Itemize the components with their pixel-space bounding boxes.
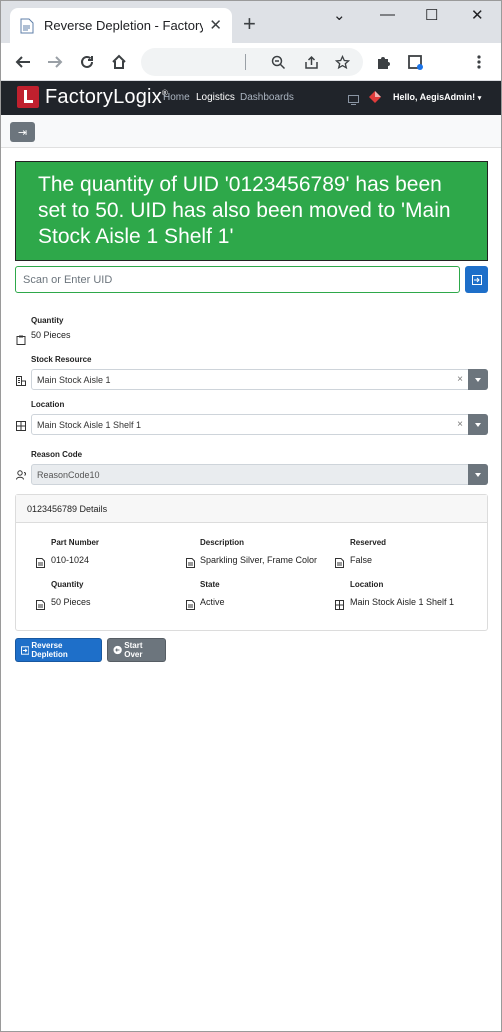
browser-tabbar: Reverse Depletion - FactoryLogix ✕ + ⌄ —… (0, 0, 502, 43)
reserved-value: False (350, 555, 373, 565)
dropdown-toggle[interactable] (468, 464, 488, 485)
restart-icon (113, 645, 122, 655)
maximize-button[interactable]: ☐ (425, 6, 438, 24)
submit-uid-button[interactable] (465, 266, 488, 293)
chevron-down-icon: ▾ (477, 95, 482, 102)
state-value: Active (200, 597, 225, 607)
user-greeting: Hello, AegisAdmin! (393, 92, 476, 102)
shelf-icon (335, 597, 344, 610)
star-icon[interactable] (331, 51, 353, 73)
user-menu[interactable]: Hello, AegisAdmin! ▾ (393, 92, 481, 102)
start-over-label: Start Over (124, 641, 143, 659)
document-icon (36, 597, 45, 610)
location-detail-label: Location (350, 580, 384, 589)
quantity-label: Quantity (31, 316, 64, 325)
page-toolbar (0, 115, 502, 148)
collapse-icon: ⇥ (17, 126, 28, 139)
location-value: Main Stock Aisle 1 Shelf 1 (37, 420, 142, 430)
reverse-depletion-label: Reverse Depletion (31, 641, 68, 659)
factorylogix-logo-icon (17, 86, 39, 108)
collapse-sidebar-button[interactable]: ⇥ (10, 122, 35, 142)
enter-icon (21, 645, 30, 655)
new-tab-button[interactable]: + (243, 13, 256, 35)
reload-icon[interactable] (76, 51, 98, 73)
warehouse-icon (16, 373, 26, 386)
home-icon[interactable] (108, 51, 130, 73)
document-icon (186, 555, 195, 568)
details-header: 0123456789 Details (16, 495, 487, 523)
document-icon (186, 597, 195, 610)
uid-details-card: 0123456789 Details Part Number 010-1024 … (15, 494, 488, 631)
tab-search-icon[interactable]: ⌄ (333, 6, 346, 24)
document-icon (20, 18, 34, 34)
state-label: State (200, 580, 220, 589)
location-label: Location (31, 400, 65, 409)
part-number-label: Part Number (51, 538, 100, 547)
dropdown-toggle[interactable] (468, 414, 488, 435)
clipboard-icon (16, 332, 26, 345)
document-icon (335, 555, 344, 568)
uid-input[interactable] (15, 266, 460, 293)
alert-message: The quantity of UID '0123456789' has bee… (38, 173, 451, 248)
reason-code-label: Reason Code (31, 450, 83, 459)
sidepanel-icon[interactable] (404, 51, 426, 73)
menu-icon[interactable] (468, 51, 490, 73)
browser-tab[interactable]: Reverse Depletion - FactoryLogix ✕ (10, 8, 232, 43)
reason-code-select[interactable]: ReasonCode10 (31, 464, 488, 485)
reason-code-value: ReasonCode10 (37, 470, 100, 480)
notification-diamond-icon[interactable] (368, 90, 382, 109)
quantity-value: 50 Pieces (31, 330, 71, 340)
reserved-label: Reserved (350, 538, 387, 547)
tab-title: Reverse Depletion - FactoryLogix (44, 18, 204, 33)
extensions-icon[interactable] (372, 51, 394, 73)
browser-toolbar (0, 43, 502, 81)
forward-arrow-icon[interactable] (44, 51, 66, 73)
dropdown-toggle[interactable] (468, 369, 488, 390)
share-icon[interactable] (300, 51, 322, 73)
minimize-button[interactable]: — (380, 6, 395, 23)
quantity-detail-value: 50 Pieces (51, 597, 91, 607)
part-number-value: 010-1024 (51, 555, 90, 565)
logo-text: FactoryLogix (45, 86, 162, 108)
stock-resource-label: Stock Resource (31, 355, 92, 364)
description-label: Description (200, 538, 245, 547)
reverse-depletion-button[interactable]: Reverse Depletion (15, 638, 102, 662)
nav-home[interactable]: Home (163, 92, 190, 103)
stock-resource-value: Main Stock Aisle 1 (37, 375, 111, 385)
close-window-button[interactable]: ✕ (471, 6, 484, 24)
document-icon (36, 555, 45, 568)
clear-icon[interactable]: × (457, 374, 463, 385)
location-detail-value: Main Stock Aisle 1 Shelf 1 (350, 597, 455, 607)
stock-resource-select[interactable]: Main Stock Aisle 1 × (31, 369, 488, 390)
shelf-icon (16, 418, 26, 431)
start-over-button[interactable]: Start Over (107, 638, 166, 662)
tab-close-icon[interactable]: ✕ (209, 18, 222, 33)
address-bar[interactable] (141, 48, 363, 76)
quantity-detail-label: Quantity (51, 580, 84, 589)
success-alert: The quantity of UID '0123456789' has bee… (15, 161, 488, 261)
nav-dashboards[interactable]: Dashboards (240, 92, 294, 103)
zoom-out-icon[interactable] (267, 51, 289, 73)
nav-logistics[interactable]: Logistics (196, 92, 235, 103)
description-value: Sparkling Silver, Frame Color (200, 555, 318, 565)
monitor-icon[interactable] (348, 92, 359, 110)
enter-icon (471, 274, 482, 285)
clear-icon[interactable]: × (457, 419, 463, 430)
app-logo[interactable]: FactoryLogix® (45, 86, 168, 109)
omnibox-divider (245, 54, 246, 70)
location-select[interactable]: Main Stock Aisle 1 Shelf 1 × (31, 414, 488, 435)
user-question-icon (16, 467, 27, 480)
back-arrow-icon[interactable] (12, 51, 34, 73)
